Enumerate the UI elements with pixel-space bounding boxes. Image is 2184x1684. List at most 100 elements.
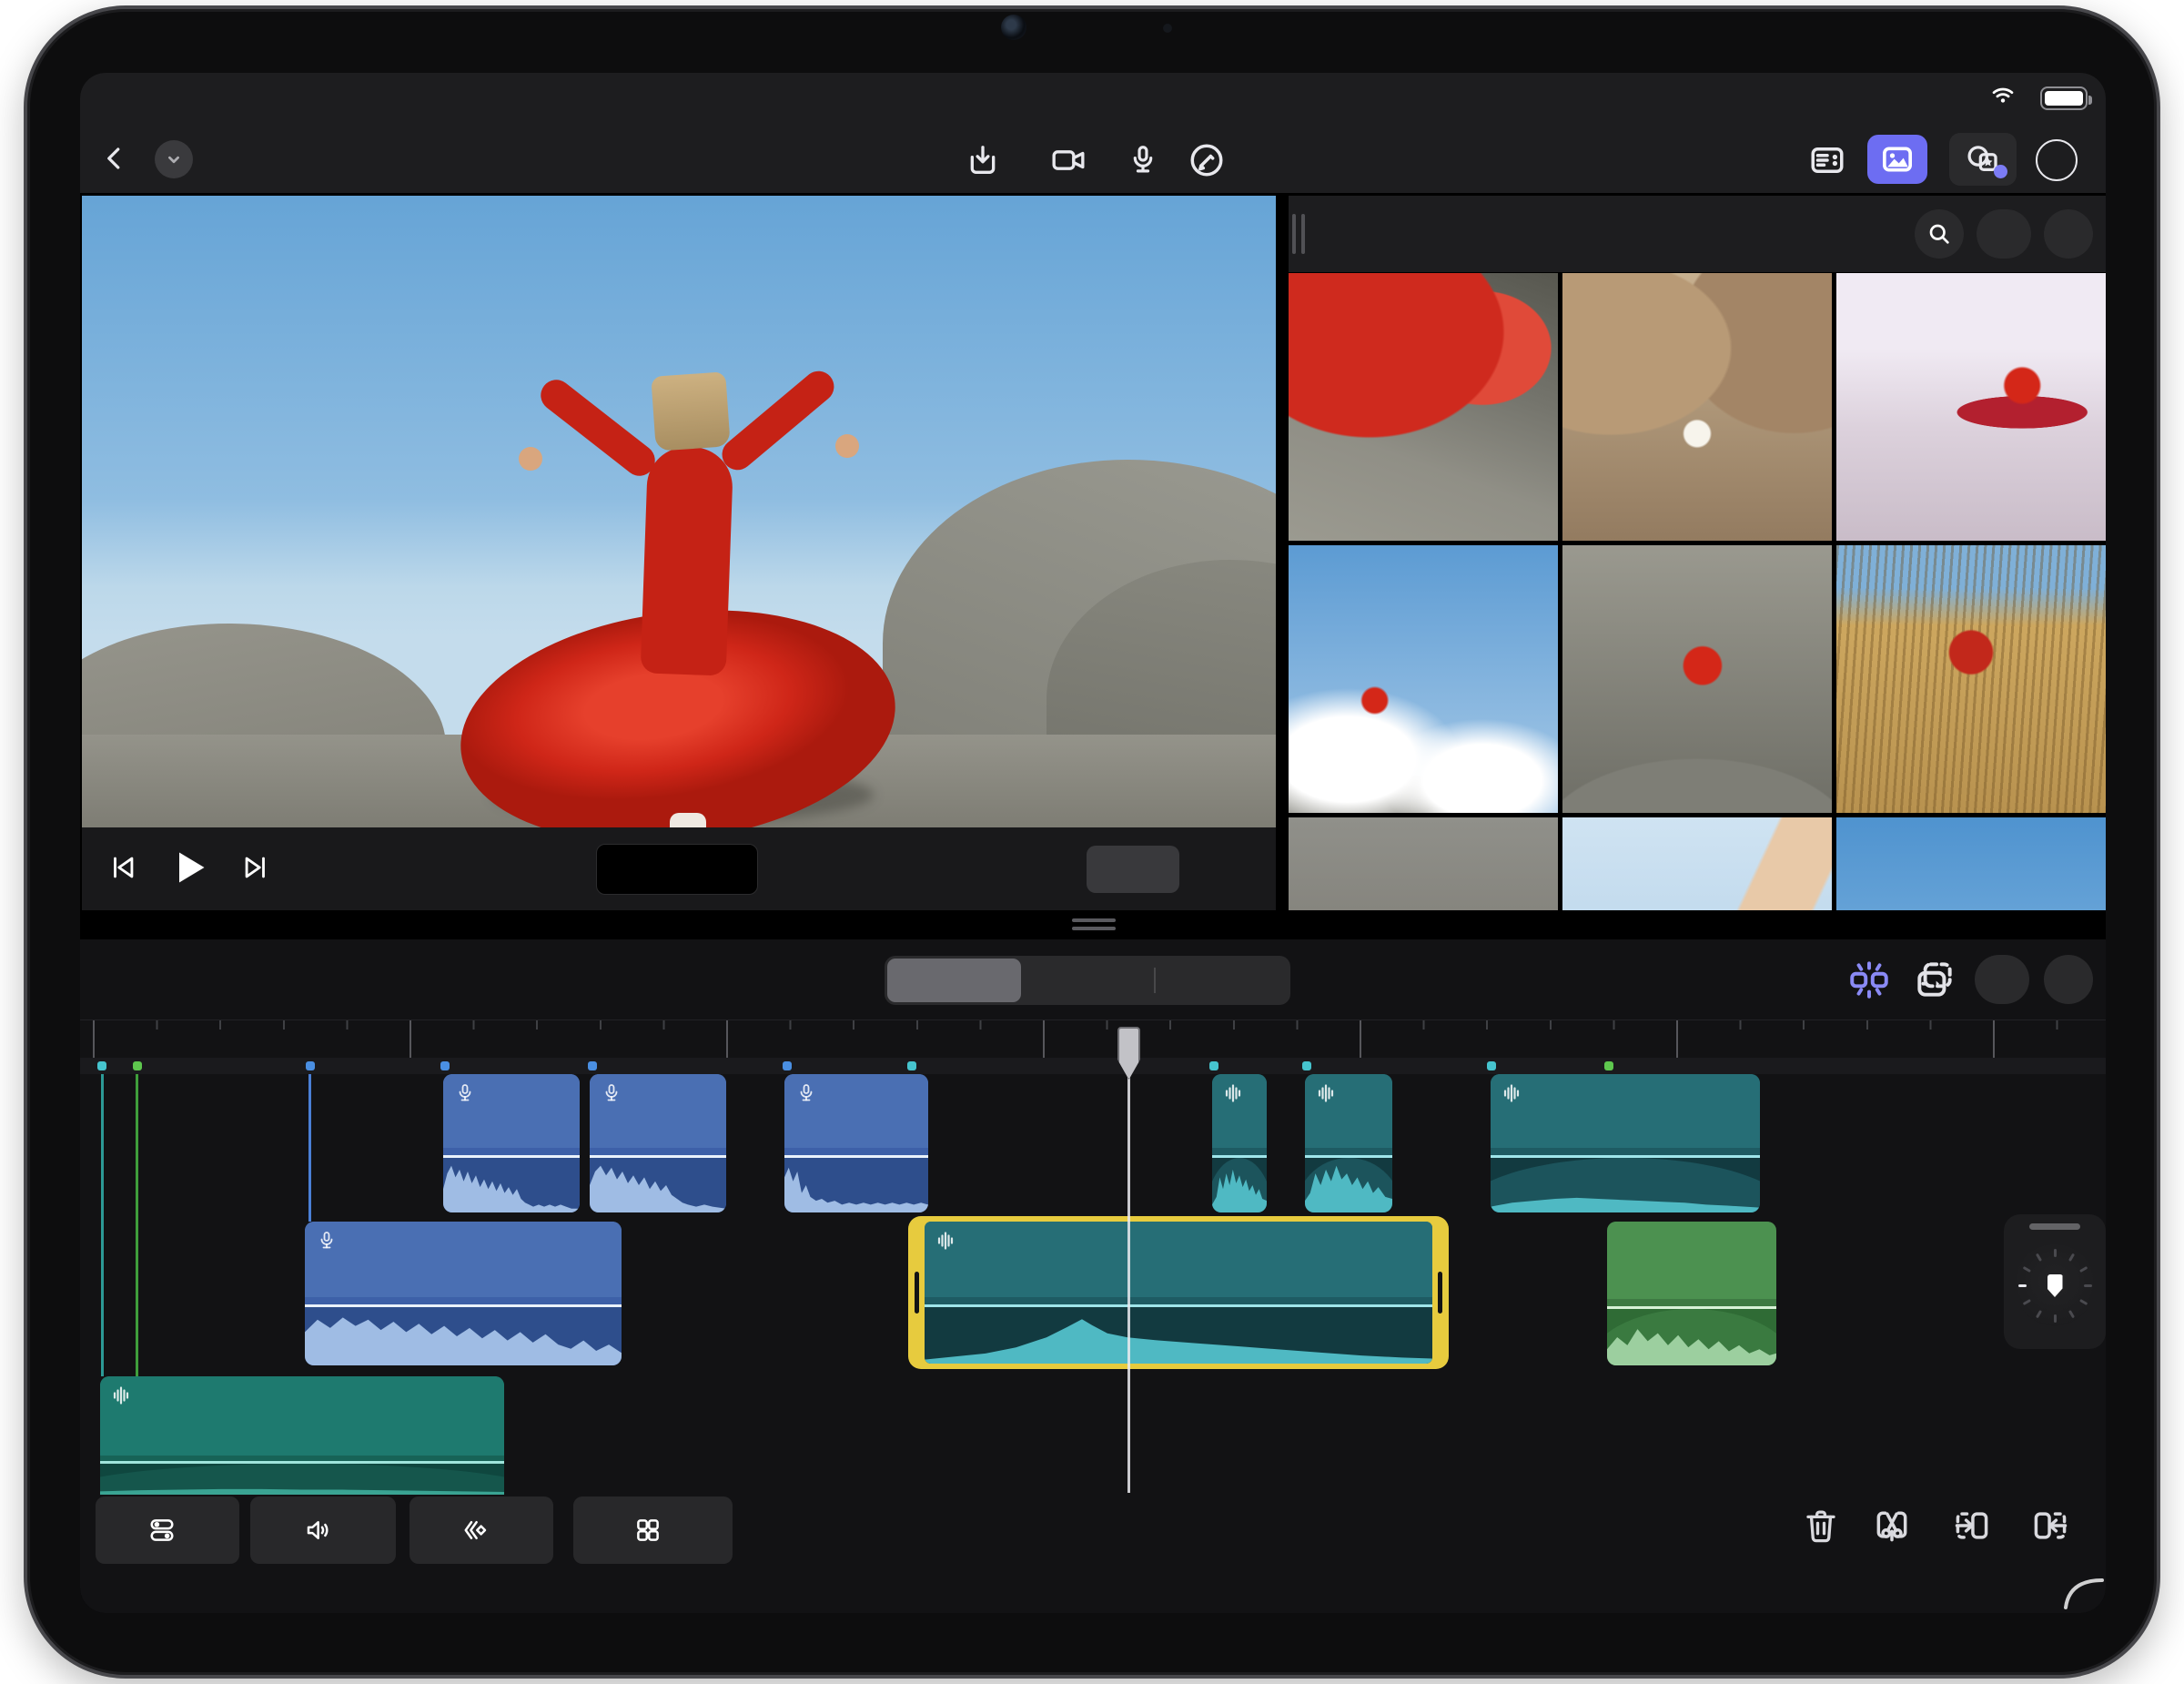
media-thumbnail[interactable] xyxy=(1836,273,2106,541)
skip-back-button[interactable] xyxy=(107,852,138,888)
jog-dial[interactable] xyxy=(2014,1244,2096,1326)
effects-badge xyxy=(1994,165,2007,178)
timeline-clip-night-winds[interactable] xyxy=(100,1376,504,1495)
clip-connection-line xyxy=(136,1074,138,1376)
clip-start-marker xyxy=(133,1061,142,1070)
zoom-level-control[interactable] xyxy=(1087,846,1179,893)
media-thumbnail[interactable] xyxy=(1836,817,2106,910)
timeline-clip-sfx-truncated[interactable] xyxy=(1212,1074,1267,1212)
media-panel-header xyxy=(1289,196,2106,272)
split-clip-button[interactable] xyxy=(1860,1498,1924,1553)
pencil-annotate-button[interactable] xyxy=(1183,137,1230,184)
more-options-button[interactable] xyxy=(2033,137,2080,184)
selected-clip-frame[interactable] xyxy=(908,1216,1449,1369)
inspector-list-button[interactable] xyxy=(1804,137,1851,184)
timeline-ruler[interactable] xyxy=(80,1020,2106,1059)
clip-connection-line xyxy=(101,1074,104,1376)
timeline-clip-voiceover2a[interactable] xyxy=(443,1074,580,1212)
clip-start-marker xyxy=(306,1061,315,1070)
timeline-clip-inertia[interactable] xyxy=(1607,1222,1776,1365)
media-thumbnail[interactable] xyxy=(1289,817,1558,910)
clip-start-marker xyxy=(588,1061,597,1070)
multicam-button[interactable] xyxy=(573,1496,733,1564)
status-bar-right xyxy=(1987,82,2092,114)
panel-drag-handle[interactable] xyxy=(1292,214,1305,254)
whirling-dervish-figure xyxy=(410,340,974,827)
panel-splitter[interactable] xyxy=(80,910,2106,939)
import-media-button[interactable] xyxy=(959,137,1006,184)
timeline-clip-whoosh-hit[interactable] xyxy=(925,1222,1432,1364)
waveform-icon xyxy=(111,1384,133,1407)
jog-drag-handle[interactable] xyxy=(2029,1223,2080,1230)
splitter-grab-handle[interactable] xyxy=(1072,918,1116,930)
clip-start-marker xyxy=(1209,1061,1218,1070)
clip-start-marker xyxy=(1487,1061,1496,1070)
clip-start-marker xyxy=(1604,1061,1613,1070)
effects-button[interactable] xyxy=(1949,133,2017,186)
redo-button[interactable] xyxy=(1734,135,1782,182)
jog-pointer xyxy=(2047,1274,2063,1297)
undo-button[interactable] xyxy=(1649,135,1696,182)
timeline-clip-time-piece[interactable] xyxy=(1491,1074,1760,1212)
stage xyxy=(0,0,2184,1684)
project-media-panel xyxy=(1289,196,2106,910)
front-camera xyxy=(1001,15,1026,40)
media-browser-button[interactable] xyxy=(1867,135,1927,184)
skip-forward-button[interactable] xyxy=(240,852,271,888)
timeline-clip-voiceover2b[interactable] xyxy=(590,1074,726,1212)
timeline-more-button[interactable] xyxy=(2044,955,2093,1004)
timeline-clip-voiceover1[interactable] xyxy=(305,1222,622,1365)
timeline-clip-voiceover3[interactable] xyxy=(784,1074,928,1212)
video-preview xyxy=(82,196,1276,827)
screen xyxy=(80,73,2106,1613)
timecode-display[interactable] xyxy=(596,844,758,895)
clip-start-marker xyxy=(783,1061,792,1070)
volume-button[interactable] xyxy=(250,1496,396,1564)
inspect-button[interactable] xyxy=(96,1496,239,1564)
clip-start-marker xyxy=(1302,1061,1311,1070)
mic-icon xyxy=(454,1081,476,1105)
mode-range[interactable] xyxy=(1021,959,1155,1002)
media-thumbnail[interactable] xyxy=(1562,817,1832,910)
gesture-cursor-arc xyxy=(2064,1578,2104,1609)
mode-clip[interactable] xyxy=(887,959,1021,1002)
media-thumbnail[interactable] xyxy=(1562,273,1832,541)
insert-clip-button[interactable] xyxy=(1940,1498,2004,1553)
media-thumbnail[interactable] xyxy=(1289,273,1558,541)
media-thumbnail[interactable] xyxy=(1289,545,1558,813)
clip-start-marker xyxy=(97,1061,106,1070)
jog-wheel-panel[interactable] xyxy=(2004,1214,2106,1349)
media-search-button[interactable] xyxy=(1915,209,1964,259)
record-video-button[interactable] xyxy=(1045,137,1092,184)
mic-icon xyxy=(795,1081,817,1105)
mode-edge[interactable] xyxy=(1154,959,1288,1002)
clip-connection-line xyxy=(308,1074,311,1222)
waveform-icon xyxy=(1223,1081,1245,1105)
waveform-icon xyxy=(935,1229,957,1253)
ruler-minor-ticks xyxy=(80,1020,2106,1030)
mic-icon xyxy=(316,1229,338,1253)
media-select-button[interactable] xyxy=(1977,209,2031,259)
transport-bar xyxy=(82,827,1276,911)
record-voiceover-button[interactable] xyxy=(1119,137,1167,184)
edit-mode-segmented-control xyxy=(885,956,1290,1005)
media-thumbnail[interactable] xyxy=(1836,545,2106,813)
camera-sensor-dot xyxy=(1163,24,1172,33)
project-title-dropdown-button[interactable] xyxy=(155,140,193,178)
clip-start-marker xyxy=(440,1061,450,1070)
battery-icon xyxy=(2040,86,2092,110)
timeline-select-button[interactable] xyxy=(1975,955,2029,1004)
media-more-button[interactable] xyxy=(2044,209,2093,259)
snapping-magnet-button[interactable] xyxy=(1844,954,1895,1005)
delete-clip-button[interactable] xyxy=(1789,1498,1853,1553)
timeline-clip-high[interactable] xyxy=(1305,1074,1392,1212)
back-button[interactable] xyxy=(93,137,136,180)
media-thumbnail[interactable] xyxy=(1562,545,1832,813)
overwrite-clip-button[interactable] xyxy=(2018,1498,2082,1553)
clip-marker-strip xyxy=(80,1058,2106,1074)
play-button[interactable] xyxy=(169,847,209,892)
clip-start-marker xyxy=(907,1061,916,1070)
mic-icon xyxy=(601,1081,622,1105)
clip-overview-button[interactable] xyxy=(1909,954,1960,1005)
animate-button[interactable] xyxy=(410,1496,553,1564)
